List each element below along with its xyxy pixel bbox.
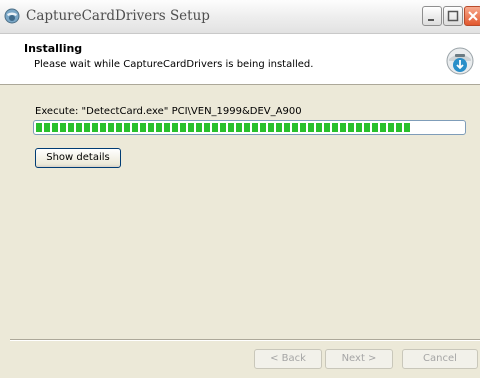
- page-subtitle: Please wait while CaptureCardDrivers is …: [34, 59, 314, 70]
- setup-disc-icon: [445, 46, 475, 76]
- back-button[interactable]: < Back: [254, 349, 322, 369]
- show-details-button[interactable]: Show details: [35, 148, 121, 168]
- window-title: CaptureCardDrivers Setup: [26, 8, 210, 24]
- progress-fill: [36, 123, 412, 132]
- installer-window: CaptureCardDrivers Setup Installing Plea…: [0, 0, 480, 378]
- close-button[interactable]: [464, 6, 480, 26]
- install-progress-bar: [33, 120, 466, 135]
- title-bar[interactable]: CaptureCardDrivers Setup: [0, 0, 480, 34]
- next-button[interactable]: Next >: [325, 349, 393, 369]
- minimize-button[interactable]: [422, 6, 442, 26]
- page-header: Installing Please wait while CaptureCard…: [0, 34, 480, 85]
- maximize-button[interactable]: [443, 6, 463, 26]
- footer-divider: [10, 339, 480, 341]
- progress-status-text: Execute: "DetectCard.exe" PCI\VEN_1999&D…: [35, 106, 302, 117]
- installer-globe-icon: [4, 8, 20, 24]
- cancel-button[interactable]: Cancel: [402, 349, 478, 369]
- page-title: Installing: [24, 42, 83, 55]
